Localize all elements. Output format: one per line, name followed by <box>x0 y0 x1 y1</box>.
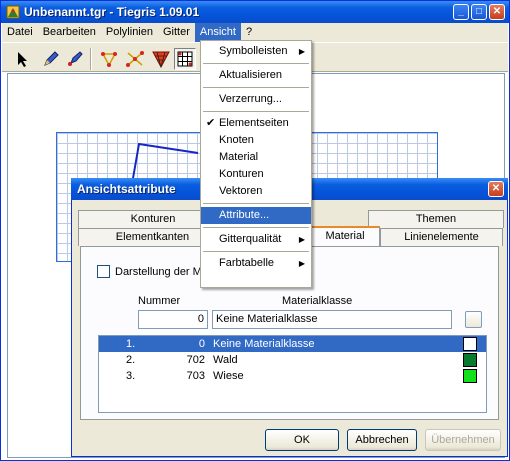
menu-gitter[interactable]: Gitter <box>158 23 195 42</box>
apply-button[interactable]: Übernehmen <box>425 429 501 451</box>
menu-item-aktualisieren[interactable]: Aktualisieren <box>201 67 311 84</box>
scatter-nodes-icon[interactable] <box>124 48 146 70</box>
grid-cells-icon[interactable] <box>174 48 196 70</box>
dialog-title: Ansichtsattribute <box>77 182 176 196</box>
maximize-button[interactable]: □ <box>471 4 487 20</box>
pen-icon[interactable] <box>40 48 62 70</box>
menu-separator <box>203 63 309 64</box>
submenu-arrow-icon: ▶ <box>298 47 305 56</box>
close-button[interactable]: ✕ <box>489 4 505 20</box>
checkmark-icon: ✔ <box>206 117 216 129</box>
menu-datei[interactable]: Datei <box>2 23 38 42</box>
dialog-close-button[interactable]: ✕ <box>488 181 504 197</box>
color-picker-button[interactable] <box>465 311 482 328</box>
menu-separator <box>203 251 309 252</box>
menu-item-verzerrung[interactable]: Verzerrung... <box>201 91 311 108</box>
toolbar-separator <box>90 48 92 70</box>
list-item[interactable]: 3. 703 Wiese <box>99 368 486 384</box>
triangle-mesh-icon[interactable] <box>150 48 172 70</box>
tab-material[interactable]: Material <box>310 226 380 246</box>
menu-item-farbtabelle[interactable]: Farbtabelle ▶ <box>201 255 311 272</box>
node-pen-icon[interactable] <box>64 48 86 70</box>
ansicht-dropdown-menu: Symbolleisten ▶ Aktualisieren Verzerrung.… <box>200 40 312 288</box>
color-swatch <box>463 369 477 383</box>
menu-item-gitterqualitaet[interactable]: Gitterqualität ▶ <box>201 231 311 248</box>
select-arrow-icon[interactable] <box>12 48 34 70</box>
menu-separator <box>203 87 309 88</box>
nummer-input[interactable]: 0 <box>138 310 208 329</box>
menu-separator <box>203 203 309 204</box>
menu-separator <box>203 227 309 228</box>
minimize-button[interactable]: _ <box>453 4 469 20</box>
material-list[interactable]: 1. 0 Keine Materialklasse 2. 702 Wald 3.… <box>98 335 487 413</box>
list-item[interactable]: 1. 0 Keine Materialklasse <box>99 336 486 352</box>
menu-item-konturen[interactable]: Konturen <box>201 166 311 183</box>
menu-item-elementseiten[interactable]: ✔ Elementseiten <box>201 115 311 132</box>
checkbox-box[interactable] <box>97 265 110 278</box>
ok-button[interactable]: OK <box>265 429 339 451</box>
checkbox-label: Darstellung der M <box>115 265 202 278</box>
menu-bearbeiten[interactable]: Bearbeiten <box>38 23 101 42</box>
tab-themen[interactable]: Themen <box>368 210 504 228</box>
nummer-label: Nummer <box>138 295 181 307</box>
menu-item-vektoren[interactable]: Vektoren <box>201 183 311 200</box>
materialklasse-label: Materialklasse <box>282 295 353 307</box>
materialklasse-input[interactable]: Keine Materialklasse <box>212 310 452 329</box>
color-swatch <box>463 337 477 351</box>
menu-item-knoten[interactable]: Knoten <box>201 132 311 149</box>
menu-polylinien[interactable]: Polylinien <box>101 23 158 42</box>
menu-item-attribute[interactable]: Attribute... <box>201 207 311 224</box>
menu-separator <box>203 111 309 112</box>
main-window-title: Unbenannt.tgr - Tiegris 1.09.01 <box>24 5 200 19</box>
cancel-button[interactable]: Abbrechen <box>347 429 417 451</box>
submenu-arrow-icon: ▶ <box>298 235 305 244</box>
menu-item-symbolleisten[interactable]: Symbolleisten ▶ <box>201 43 311 60</box>
submenu-arrow-icon: ▶ <box>298 259 305 268</box>
tab-linienelemente[interactable]: Linienelemente <box>380 228 503 246</box>
menu-item-material[interactable]: Material <box>201 149 311 166</box>
main-titlebar[interactable]: Unbenannt.tgr - Tiegris 1.09.01 _ □ ✕ <box>1 1 509 23</box>
list-item[interactable]: 2. 702 Wald <box>99 352 486 368</box>
color-swatch <box>463 353 477 367</box>
darstellung-checkbox[interactable]: Darstellung der M <box>97 265 202 278</box>
polygon-nodes-icon[interactable] <box>98 48 120 70</box>
app-icon <box>6 5 20 19</box>
